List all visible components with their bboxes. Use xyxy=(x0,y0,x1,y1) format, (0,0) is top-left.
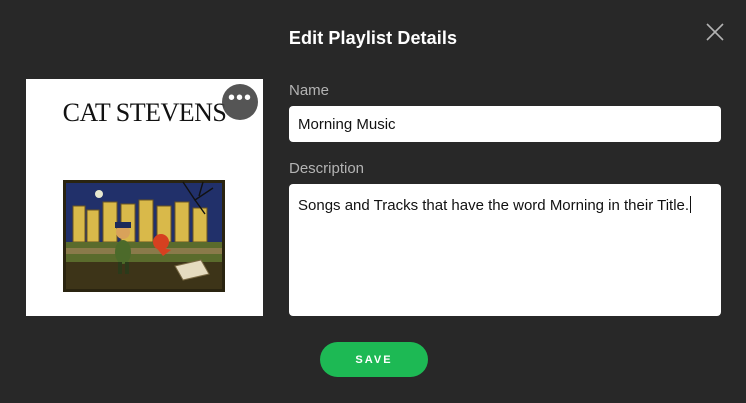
name-input-value: Morning Music xyxy=(298,115,396,133)
save-button[interactable]: SAVE xyxy=(320,342,428,377)
album-art-illustration xyxy=(63,180,225,292)
ellipsis-icon: ••• xyxy=(227,86,252,109)
cover-options-button[interactable]: ••• xyxy=(222,84,258,120)
description-label: Description xyxy=(289,160,365,177)
edit-playlist-dialog: Edit Playlist Details CAT STEVENS ••• Na… xyxy=(0,0,746,403)
close-button[interactable] xyxy=(703,20,727,44)
text-caret xyxy=(690,196,692,213)
name-label: Name xyxy=(289,82,330,99)
description-textarea[interactable]: Songs and Tracks that have the word Morn… xyxy=(289,184,721,316)
close-icon xyxy=(706,23,724,41)
name-input[interactable]: Morning Music xyxy=(289,106,721,142)
description-value: Songs and Tracks that have the word Morn… xyxy=(298,197,690,214)
dialog-title: Edit Playlist Details xyxy=(288,28,458,48)
